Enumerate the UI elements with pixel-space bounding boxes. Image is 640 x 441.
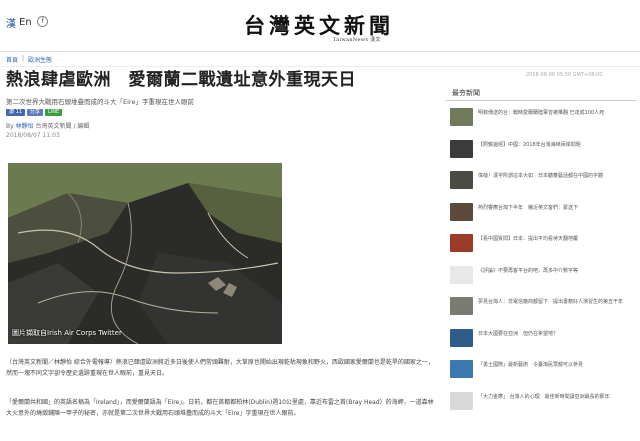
article-byline: By 林靜怡 台灣英文新聞 / 編輯 — [6, 121, 89, 130]
breadcrumb: 首頁 | 歐洲生態 — [6, 55, 52, 64]
article-photo[interactable] — [8, 163, 282, 344]
sidebar-news-item[interactable]: 偉哉！漢字所謂這本大如 日本聽蕃藝話都在中國的字體 — [450, 171, 636, 193]
news-headline-link[interactable]: 偉哉！漢字所謂這本大如 日本聽蕃藝話都在中國的字體 — [478, 171, 603, 180]
news-thumbnail[interactable] — [450, 360, 473, 378]
facebook-like-button[interactable]: 讚 11 — [6, 109, 25, 116]
news-headline-link[interactable]: 明菲傳送的台：戰時愛爾蘭陸軍曾被推翻 已達成100人死 — [478, 108, 604, 117]
article-date: 2018/08/07 11:03 — [6, 132, 60, 139]
article-subheadline: 第二次世界大戰用石頭堆疊而成的斗大「Eire」字重現在世人眼前 — [6, 98, 194, 106]
line-share-button[interactable]: LINE — [44, 109, 63, 116]
news-thumbnail[interactable] — [450, 108, 473, 126]
news-thumbnail[interactable] — [450, 391, 473, 410]
news-thumbnail[interactable] — [450, 234, 473, 252]
sidebar-news-item[interactable]: 「勇士國際」最新藝術 令臺灣民眾都可以參見 — [450, 360, 636, 382]
sidebar-news-item[interactable]: 明菲傳送的台：戰時愛爾蘭陸軍曾被推翻 已達成100人死 — [450, 108, 636, 130]
byline-source: 台灣英文新聞 / 編輯 — [35, 123, 90, 130]
site-logo-subtitle: TaiwanNews 漢文 — [333, 37, 381, 43]
article-paragraph-2: 「愛爾蘭共和國」的英語名稱為「Ireland」，而愛爾蘭語為「Eire」。日前，… — [6, 399, 434, 417]
sidebar-title: 最夯新聞 — [452, 89, 480, 97]
news-headline-link[interactable]: 「勇士國際」最新藝術 令臺灣民眾都可以參見 — [478, 360, 583, 369]
chinese-language-link[interactable]: 漢 — [6, 15, 16, 30]
sidebar-news-item[interactable]: 《評論》不要再客平台的吧，再多中介數字等 — [450, 265, 636, 288]
news-headline-link[interactable]: 夢見台灣人：非電信廠商都留下 提出書籍好人演習生的第五干年 — [478, 297, 623, 306]
byline-prefix: By — [6, 123, 14, 130]
news-thumbnail[interactable] — [450, 139, 473, 158]
news-headline-link[interactable]: 【看中國質問】日本：提出平均看待天翻地覆 — [478, 234, 578, 243]
sidebar-news-item[interactable]: 日本大國要在亞洲 但仍在希望地？ — [450, 328, 636, 351]
news-thumbnail[interactable] — [450, 265, 473, 284]
facebook-icon[interactable]: f — [37, 16, 48, 27]
news-thumbnail[interactable] — [450, 202, 473, 221]
news-headline-link[interactable]: 熱烈響應台灣下半年 幾近英文客們：蒙送下 — [478, 203, 578, 212]
burned-hillside-aerial-image — [8, 163, 282, 344]
byline-author-link[interactable]: 林靜怡 — [16, 123, 34, 130]
news-thumbnail[interactable] — [450, 297, 473, 315]
sidebar-news-item[interactable]: 【照鏡邊經】中國：2018年台灣海峽兩岸問題 — [450, 139, 636, 162]
news-headline-link[interactable]: 《評論》不要再客平台的吧，再多中介數字等 — [478, 266, 578, 275]
news-headline-link[interactable]: 【照鏡邊經】中國：2018年台灣海峽兩岸問題 — [478, 140, 581, 149]
sidebar-news-item[interactable]: 「大力金摩」 台灣人的心理 最佳新時間讓亞洲最長的那年 — [450, 391, 636, 414]
news-thumbnail[interactable] — [450, 171, 473, 189]
sidebar-timestamp: 2018-08-08 05:50 GMT+08:00 — [526, 72, 603, 78]
facebook-share-button[interactable]: 分享 — [26, 109, 43, 116]
news-thumbnail[interactable] — [450, 328, 473, 347]
english-language-link[interactable]: En — [19, 17, 32, 28]
header-divider — [0, 51, 640, 52]
news-headline-link[interactable]: 日本大國要在亞洲 但仍在希望地？ — [478, 329, 558, 338]
sidebar-title-divider — [446, 100, 636, 101]
sidebar-news-item[interactable]: 夢見台灣人：非電信廠商都留下 提出書籍好人演習生的第五干年 — [450, 297, 636, 319]
sidebar-news-item[interactable]: 【看中國質問】日本：提出平均看待天翻地覆 — [450, 234, 636, 256]
breadcrumb-separator: | — [22, 55, 25, 62]
sidebar-news-item[interactable]: 熱烈響應台灣下半年 幾近英文客們：蒙送下 — [450, 202, 636, 225]
news-headline-link[interactable]: 「大力金摩」 台灣人的心理 最佳新時間讓亞洲最長的那年 — [478, 392, 610, 401]
breadcrumb-divider — [0, 66, 640, 67]
breadcrumb-category-link[interactable]: 歐洲生態 — [28, 55, 52, 64]
breadcrumb-home-link[interactable]: 首頁 — [6, 55, 18, 64]
article-paragraph-1: （台灣英文新聞／林靜怡 綜合外電報導）熱浪已肆虐歐洲將近多日後使人們常頭難耐，大… — [6, 359, 434, 377]
photo-caption: 圖片擷取自Irish Air Corps Twitter — [12, 329, 122, 337]
article-headline: 熱浪肆虐歐洲 愛爾蘭二戰遺址意外重現天日 — [6, 70, 356, 90]
top-header: 漢 En f 台灣英文新聞 TaiwanNews 漢文 — [0, 0, 640, 50]
share-buttons: 讚 11 分享 LINE — [6, 109, 63, 116]
language-switch[interactable]: 漢 En — [6, 15, 32, 30]
